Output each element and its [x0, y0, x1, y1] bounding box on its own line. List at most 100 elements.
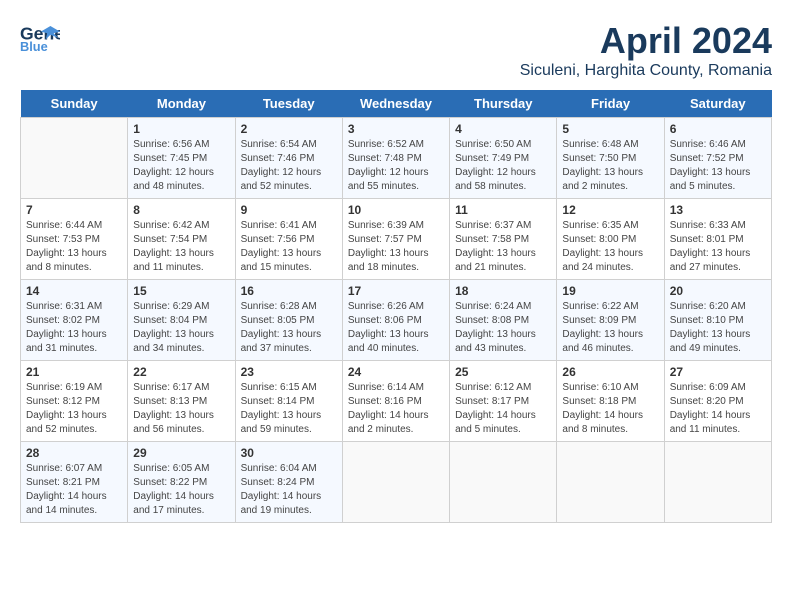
- cell-content: Sunrise: 6:04 AM Sunset: 8:24 PM Dayligh…: [241, 462, 337, 518]
- calendar-cell: 8 Sunrise: 6:42 AM Sunset: 7:54 PM Daylig…: [128, 199, 235, 280]
- calendar-cell: 20Sunrise: 6:20 AM Sunset: 8:10 PM Dayli…: [664, 280, 771, 361]
- calendar-cell: 7 Sunrise: 6:44 AM Sunset: 7:53 PM Daylig…: [21, 199, 128, 280]
- cell-content: Sunrise: 6:10 AM Sunset: 8:18 PM Dayligh…: [562, 381, 658, 437]
- calendar-week-row: 28 Sunrise: 6:07 AM Sunset: 8:21 PM Dayli…: [21, 442, 772, 523]
- month-title: April 2024: [520, 20, 772, 62]
- logo: General Blue: [20, 20, 60, 56]
- calendar-cell: 16 Sunrise: 6:28 AM Sunset: 8:05 PM Dayli…: [235, 280, 342, 361]
- calendar-cell: 5 Sunrise: 6:48 AM Sunset: 7:50 PM Daylig…: [557, 118, 664, 199]
- day-number: 12: [562, 203, 658, 217]
- cell-content: Sunrise: 6:39 AM Sunset: 7:57 PM Dayligh…: [348, 219, 444, 275]
- calendar-cell: 23 Sunrise: 6:15 AM Sunset: 8:14 PM Dayli…: [235, 361, 342, 442]
- day-number: 28: [26, 446, 122, 460]
- day-number: 8: [133, 203, 229, 217]
- cell-content: Sunrise: 6:22 AM Sunset: 8:09 PM Dayligh…: [562, 300, 658, 356]
- calendar-body: 1 Sunrise: 6:56 AM Sunset: 7:45 PM Daylig…: [21, 118, 772, 523]
- cell-content: Sunrise: 6:07 AM Sunset: 8:21 PM Dayligh…: [26, 462, 122, 518]
- day-of-week-header: Monday: [128, 90, 235, 118]
- cell-content: Sunrise: 6:20 AM Sunset: 8:10 PM Dayligh…: [670, 300, 766, 356]
- day-of-week-header: Tuesday: [235, 90, 342, 118]
- cell-content: Sunrise: 6:31 AM Sunset: 8:02 PM Dayligh…: [26, 300, 122, 356]
- calendar-cell: 25 Sunrise: 6:12 AM Sunset: 8:17 PM Dayli…: [450, 361, 557, 442]
- cell-content: Sunrise: 6:37 AM Sunset: 7:58 PM Dayligh…: [455, 219, 551, 275]
- calendar-cell: 13 Sunrise: 6:33 AM Sunset: 8:01 PM Dayli…: [664, 199, 771, 280]
- day-of-week-header: Wednesday: [342, 90, 449, 118]
- calendar-table: SundayMondayTuesdayWednesdayThursdayFrid…: [20, 90, 772, 523]
- day-number: 7: [26, 203, 122, 217]
- calendar-cell: 11 Sunrise: 6:37 AM Sunset: 7:58 PM Dayli…: [450, 199, 557, 280]
- cell-content: Sunrise: 6:14 AM Sunset: 8:16 PM Dayligh…: [348, 381, 444, 437]
- day-number: 1: [133, 122, 229, 136]
- calendar-week-row: 21Sunrise: 6:19 AM Sunset: 8:12 PM Dayli…: [21, 361, 772, 442]
- cell-content: Sunrise: 6:28 AM Sunset: 8:05 PM Dayligh…: [241, 300, 337, 356]
- day-number: 18: [455, 284, 551, 298]
- cell-content: Sunrise: 6:15 AM Sunset: 8:14 PM Dayligh…: [241, 381, 337, 437]
- calendar-cell: 24Sunrise: 6:14 AM Sunset: 8:16 PM Dayli…: [342, 361, 449, 442]
- svg-text:Blue: Blue: [20, 39, 48, 54]
- day-number: 19: [562, 284, 658, 298]
- location-subtitle: Siculeni, Harghita County, Romania: [520, 62, 772, 80]
- day-number: 25: [455, 365, 551, 379]
- day-number: 13: [670, 203, 766, 217]
- day-number: 9: [241, 203, 337, 217]
- calendar-cell: [557, 442, 664, 523]
- cell-content: Sunrise: 6:12 AM Sunset: 8:17 PM Dayligh…: [455, 381, 551, 437]
- cell-content: Sunrise: 6:17 AM Sunset: 8:13 PM Dayligh…: [133, 381, 229, 437]
- cell-content: Sunrise: 6:26 AM Sunset: 8:06 PM Dayligh…: [348, 300, 444, 356]
- calendar-cell: 3 Sunrise: 6:52 AM Sunset: 7:48 PM Daylig…: [342, 118, 449, 199]
- calendar-cell: 6Sunrise: 6:46 AM Sunset: 7:52 PM Daylig…: [664, 118, 771, 199]
- calendar-cell: 21Sunrise: 6:19 AM Sunset: 8:12 PM Dayli…: [21, 361, 128, 442]
- cell-content: Sunrise: 6:52 AM Sunset: 7:48 PM Dayligh…: [348, 138, 444, 194]
- title-area: April 2024 Siculeni, Harghita County, Ro…: [520, 20, 772, 80]
- day-number: 23: [241, 365, 337, 379]
- day-of-week-header: Sunday: [21, 90, 128, 118]
- logo-icon: General Blue: [20, 20, 60, 56]
- cell-content: Sunrise: 6:35 AM Sunset: 8:00 PM Dayligh…: [562, 219, 658, 275]
- calendar-cell: [342, 442, 449, 523]
- calendar-week-row: 7 Sunrise: 6:44 AM Sunset: 7:53 PM Daylig…: [21, 199, 772, 280]
- cell-content: Sunrise: 6:24 AM Sunset: 8:08 PM Dayligh…: [455, 300, 551, 356]
- calendar-cell: 17 Sunrise: 6:26 AM Sunset: 8:06 PM Dayli…: [342, 280, 449, 361]
- day-of-week-header: Friday: [557, 90, 664, 118]
- day-number: 22: [133, 365, 229, 379]
- day-of-week-header: Thursday: [450, 90, 557, 118]
- day-number: 26: [562, 365, 658, 379]
- calendar-cell: 26 Sunrise: 6:10 AM Sunset: 8:18 PM Dayli…: [557, 361, 664, 442]
- calendar-cell: 22 Sunrise: 6:17 AM Sunset: 8:13 PM Dayli…: [128, 361, 235, 442]
- calendar-cell: 29Sunrise: 6:05 AM Sunset: 8:22 PM Dayli…: [128, 442, 235, 523]
- cell-content: Sunrise: 6:56 AM Sunset: 7:45 PM Dayligh…: [133, 138, 229, 194]
- cell-content: Sunrise: 6:44 AM Sunset: 7:53 PM Dayligh…: [26, 219, 122, 275]
- day-number: 10: [348, 203, 444, 217]
- calendar-cell: [664, 442, 771, 523]
- day-number: 3: [348, 122, 444, 136]
- day-number: 5: [562, 122, 658, 136]
- calendar-cell: 27Sunrise: 6:09 AM Sunset: 8:20 PM Dayli…: [664, 361, 771, 442]
- calendar-cell: 15 Sunrise: 6:29 AM Sunset: 8:04 PM Dayli…: [128, 280, 235, 361]
- calendar-cell: 2 Sunrise: 6:54 AM Sunset: 7:46 PM Daylig…: [235, 118, 342, 199]
- cell-content: Sunrise: 6:29 AM Sunset: 8:04 PM Dayligh…: [133, 300, 229, 356]
- calendar-cell: 14 Sunrise: 6:31 AM Sunset: 8:02 PM Dayli…: [21, 280, 128, 361]
- day-number: 14: [26, 284, 122, 298]
- calendar-cell: 19 Sunrise: 6:22 AM Sunset: 8:09 PM Dayli…: [557, 280, 664, 361]
- cell-content: Sunrise: 6:48 AM Sunset: 7:50 PM Dayligh…: [562, 138, 658, 194]
- day-number: 16: [241, 284, 337, 298]
- calendar-week-row: 1 Sunrise: 6:56 AM Sunset: 7:45 PM Daylig…: [21, 118, 772, 199]
- calendar-cell: 30Sunrise: 6:04 AM Sunset: 8:24 PM Dayli…: [235, 442, 342, 523]
- day-of-week-header: Saturday: [664, 90, 771, 118]
- calendar-header-row: SundayMondayTuesdayWednesdayThursdayFrid…: [21, 90, 772, 118]
- cell-content: Sunrise: 6:50 AM Sunset: 7:49 PM Dayligh…: [455, 138, 551, 194]
- day-number: 21: [26, 365, 122, 379]
- day-number: 11: [455, 203, 551, 217]
- day-number: 15: [133, 284, 229, 298]
- calendar-cell: 18 Sunrise: 6:24 AM Sunset: 8:08 PM Dayli…: [450, 280, 557, 361]
- cell-content: Sunrise: 6:54 AM Sunset: 7:46 PM Dayligh…: [241, 138, 337, 194]
- calendar-cell: 28 Sunrise: 6:07 AM Sunset: 8:21 PM Dayli…: [21, 442, 128, 523]
- calendar-cell: 12 Sunrise: 6:35 AM Sunset: 8:00 PM Dayli…: [557, 199, 664, 280]
- day-number: 2: [241, 122, 337, 136]
- day-number: 17: [348, 284, 444, 298]
- day-number: 27: [670, 365, 766, 379]
- day-number: 29: [133, 446, 229, 460]
- cell-content: Sunrise: 6:33 AM Sunset: 8:01 PM Dayligh…: [670, 219, 766, 275]
- calendar-cell: 10 Sunrise: 6:39 AM Sunset: 7:57 PM Dayli…: [342, 199, 449, 280]
- cell-content: Sunrise: 6:42 AM Sunset: 7:54 PM Dayligh…: [133, 219, 229, 275]
